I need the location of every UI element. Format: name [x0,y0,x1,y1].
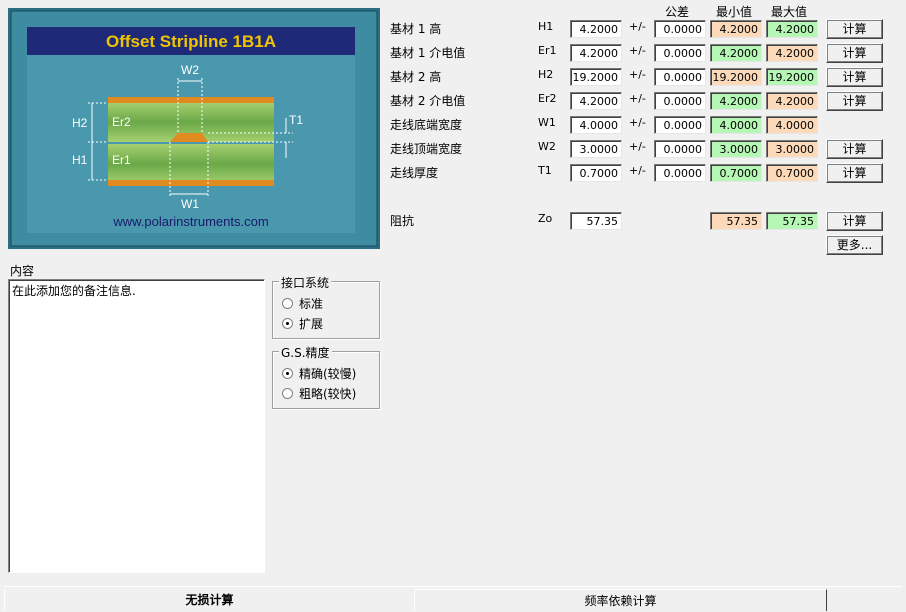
label-w2: W2 [181,63,199,77]
t1-calc-button[interactable]: 计算 [826,163,883,183]
h1-pm: +/- [629,20,646,33]
radio-standard-label: 标准 [299,297,324,311]
t1-value-field[interactable]: 0.7000 [570,164,622,182]
label-w1: W1 [181,197,199,211]
label-t1-param: 走线厚度 [390,166,439,180]
w1-tolerance-field[interactable]: 0.0000 [654,116,706,134]
label-h1-param: 基材 1 高 [390,22,442,36]
er2-max-field[interactable]: 4.2000 [766,92,818,110]
h2-max-field[interactable]: 19.2000 [766,68,818,86]
w2-value-field[interactable]: 3.0000 [570,140,622,158]
radio-precise-indicator[interactable] [282,368,293,379]
h2-pm: +/- [629,68,646,81]
er2-min-field[interactable]: 4.2000 [710,92,762,110]
h1-min-field[interactable]: 4.2000 [710,20,762,38]
stripline-diagram: Offset Stripline 1B1A W2 W1 T1 H2 H1 Er2… [8,8,380,249]
w1-pm: +/- [629,116,646,129]
label-er1-param: 基材 1 介电值 [390,46,466,60]
interface-system-title: 接口系统 [279,274,332,291]
label-impedance: 阻抗 [390,214,415,228]
top-plane [108,97,274,103]
er1-tolerance-field[interactable]: 0.0000 [654,44,706,62]
symbol-zo: Zo [538,212,553,225]
radio-coarse[interactable]: 粗略(较快) [282,385,356,402]
w1-value-field[interactable]: 4.0000 [570,116,622,134]
er1-max-field[interactable]: 4.2000 [766,44,818,62]
w2-tolerance-field[interactable]: 0.0000 [654,140,706,158]
symbol-er2: Er2 [538,92,557,105]
w2-min-field[interactable]: 3.0000 [710,140,762,158]
impedance-max-field[interactable]: 57.35 [766,212,818,230]
h2-tolerance-field[interactable]: 0.0000 [654,68,706,86]
h1-value-field[interactable]: 4.2000 [570,20,622,38]
symbol-w2: W2 [538,140,556,153]
er1-min-field[interactable]: 4.2000 [710,44,762,62]
more-button[interactable]: 更多... [826,235,883,255]
er1-value-field[interactable]: 4.2000 [570,44,622,62]
radio-standard-indicator[interactable] [282,298,293,309]
bottom-plane [108,180,274,186]
w2-pm: +/- [629,140,646,153]
symbol-h2: H2 [538,68,554,81]
header-tolerance: 公差 [665,5,690,19]
header-min: 最小值 [716,5,753,19]
symbol-er1: Er1 [538,44,557,57]
h2-value-field[interactable]: 19.2000 [570,68,622,86]
h1-max-field[interactable]: 4.2000 [766,20,818,38]
label-h2-param: 基材 2 高 [390,70,442,84]
impedance-value-field[interactable]: 57.35 [570,212,622,230]
label-h2: H2 [72,116,88,130]
w2-max-field[interactable]: 3.0000 [766,140,818,158]
tab-lossless[interactable]: 无损计算 [4,589,414,611]
t1-tolerance-field[interactable]: 0.0000 [654,164,706,182]
radio-precise-label: 精确(较慢) [299,367,357,381]
radio-extended-label: 扩展 [299,317,324,331]
symbol-t1: T1 [538,164,552,177]
impedance-min-field[interactable]: 57.35 [710,212,762,230]
h2-min-field[interactable]: 19.2000 [710,68,762,86]
radio-precise[interactable]: 精确(较慢) [282,365,356,382]
h1-tolerance-field[interactable]: 0.0000 [654,20,706,38]
radio-standard[interactable]: 标准 [282,295,323,312]
label-w1-param: 走线底端宽度 [390,118,463,132]
label-h1: H1 [72,153,88,167]
radio-extended-indicator[interactable] [282,318,293,329]
er2-calc-button[interactable]: 计算 [826,91,883,111]
stripline-diagram-svg: Offset Stripline 1B1A W2 W1 T1 H2 H1 Er2… [8,8,380,249]
label-er1: Er1 [112,153,131,167]
label-er2-param: 基材 2 介电值 [390,94,466,108]
er2-pm: +/- [629,92,646,105]
label-er2: Er2 [112,115,131,129]
label-w2-param: 走线顶端宽度 [390,142,463,156]
h1-calc-button[interactable]: 计算 [826,19,883,39]
symbol-w1: W1 [538,116,556,129]
radio-coarse-label: 粗略(较快) [299,387,357,401]
er2-tolerance-field[interactable]: 0.0000 [654,92,706,110]
radio-coarse-indicator[interactable] [282,388,293,399]
notes-textarea[interactable]: 在此添加您的备注信息. [8,279,265,573]
t1-pm: +/- [629,164,646,177]
w2-calc-button[interactable]: 计算 [826,139,883,159]
label-t1: T1 [289,113,303,127]
tabs-divider [4,586,902,587]
er1-calc-button[interactable]: 计算 [826,43,883,63]
precision-title: G.S.精度 [279,344,332,361]
header-max: 最大值 [771,5,808,19]
notes-label: 内容 [10,264,35,278]
t1-min-field[interactable]: 0.7000 [710,164,762,182]
er1-pm: +/- [629,44,646,57]
w1-min-field[interactable]: 4.0000 [710,116,762,134]
w1-max-field[interactable]: 4.0000 [766,116,818,134]
h2-calc-button[interactable]: 计算 [826,67,883,87]
impedance-calc-button[interactable]: 计算 [826,211,883,231]
symbol-h1: H1 [538,20,554,33]
tab-frequency-dependent[interactable]: 频率依赖计算 [414,589,827,611]
radio-extended[interactable]: 扩展 [282,315,323,332]
diagram-title: Offset Stripline 1B1A [106,32,276,51]
t1-max-field[interactable]: 0.7000 [766,164,818,182]
er2-value-field[interactable]: 4.2000 [570,92,622,110]
diagram-url: www.polarinstruments.com [112,214,268,229]
